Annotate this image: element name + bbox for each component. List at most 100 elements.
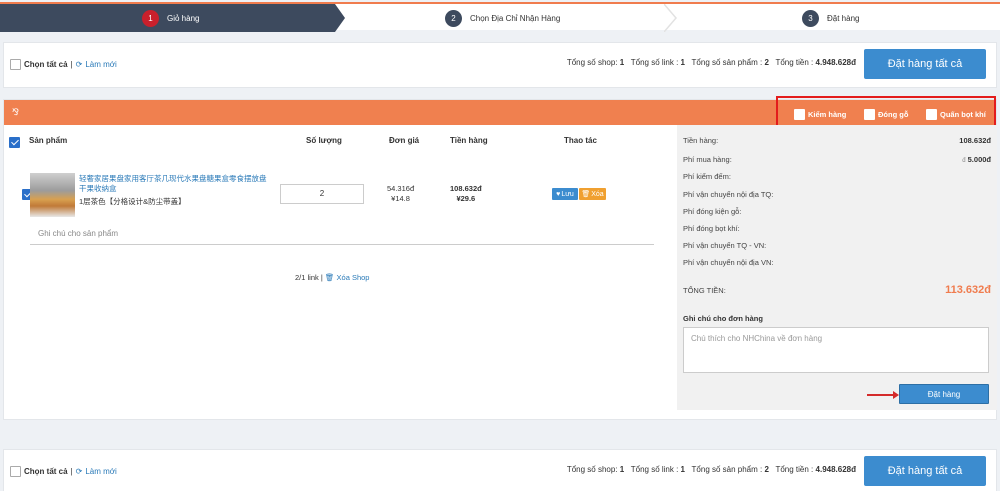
fee-prefix: đ <box>962 158 966 164</box>
step-order[interactable]: 3 Đặt hàng <box>802 4 859 32</box>
shop-links: 2/1 link | 🗑 Xóa Shop <box>295 273 370 282</box>
product-variant: 1层茶色【分格设计&防尘带盖】 <box>79 197 186 206</box>
shop-count-label: Tổng số shop: <box>566 465 618 474</box>
step-label: Đặt hàng <box>827 13 860 23</box>
fee-label: Tiền hàng: <box>683 136 719 145</box>
checkout-steps: 1 Giỏ hàng 2 Chọn Địa Chỉ Nhận Hàng 3 Đặ… <box>0 2 1000 32</box>
unit-price: 54.316đ ¥14.8 <box>387 184 414 204</box>
fee-panel: Tiền hàng: 108.632đ Phí mua hàng: đ 5.00… <box>677 125 997 410</box>
step-cart[interactable]: 1 Giỏ hàng <box>0 4 345 32</box>
cart-totals: Tổng số shop: 1 Tổng số link : 1 Tổng số… <box>567 58 856 67</box>
cart-summary-bar-top: Chọn tất cả | ⟳ Làm mới Tổng số shop: 1 … <box>3 42 997 88</box>
step-label: Chọn Địa Chỉ Nhận Hàng <box>470 13 561 23</box>
quantity-input[interactable]: 2 <box>280 184 364 204</box>
total-value: 4.948.628đ <box>815 465 856 474</box>
shop-count-label: Tổng số shop: <box>566 58 618 67</box>
total-label: Tổng tiền : <box>775 58 814 67</box>
fee-row: Phí vận chuyển nội địa VN: <box>683 258 991 267</box>
fee-row: Phí vận chuyển TQ - VN: <box>683 241 991 250</box>
order-all-button[interactable]: Đặt hàng tất cả <box>864 456 986 486</box>
link-count-label: Tổng số link : <box>630 58 679 67</box>
header-actions: Thao tác <box>564 136 597 145</box>
grand-total-row: TỔNG TIỀN: 113.632đ <box>683 284 991 296</box>
step-address[interactable]: 2 Chọn Địa Chỉ Nhận Hàng <box>445 4 560 32</box>
product-name-link[interactable]: 轻奢家居果盘家用客厅茶几现代水果盘糖果盒零食摆放盘干果收纳盒 <box>79 174 269 194</box>
fee-label: Phí đóng bọt khí: <box>683 224 740 233</box>
link-count-label: Tổng số link : <box>630 465 679 474</box>
header-quantity: Số lượng <box>306 136 342 145</box>
fee-row: Tiền hàng: 108.632đ <box>683 136 991 145</box>
step-number: 2 <box>445 9 462 27</box>
order-note-label: Ghi chú cho đơn hàng <box>683 314 763 323</box>
refresh-icon: ⟳ <box>75 60 83 69</box>
chevron-right-icon <box>664 4 677 32</box>
header-amount: Tiền hàng <box>450 136 488 145</box>
save-button[interactable]: ♥ Lưu <box>552 188 578 200</box>
order-note-textarea[interactable]: Chú thích cho NHChina về đơn hàng <box>683 327 989 373</box>
select-shop-checkbox[interactable] <box>9 137 20 148</box>
step-number: 1 <box>142 9 159 27</box>
product-image[interactable] <box>30 173 75 217</box>
annotation-arrow <box>867 391 899 399</box>
separator: | <box>70 467 73 476</box>
link-count: 1 <box>680 465 685 474</box>
shop-count: 1 <box>619 465 625 474</box>
cart-totals: Tổng số shop: 1 Tổng số link : 1 Tổng số… <box>567 465 856 474</box>
place-order-button[interactable]: Đặt hàng <box>899 384 989 404</box>
product-count: 2 <box>764 58 769 67</box>
grand-total-label: TỔNG TIỀN: <box>683 285 726 295</box>
product-count-label: Tổng số sản phẩm : <box>691 58 763 67</box>
select-all-group: Chọn tất cả | ⟳ Làm mới <box>10 466 117 477</box>
trash-icon: 🗑 <box>324 273 335 282</box>
fee-label: Phí vận chuyển nội địa TQ: <box>683 190 774 199</box>
amount-cny: ¥29.6 <box>456 194 476 203</box>
unit-price-cny: ¥14.8 <box>391 194 410 203</box>
delete-shop-link[interactable]: Xóa Shop <box>337 273 370 282</box>
select-all-label[interactable]: Chọn tất cả <box>24 467 68 476</box>
product-note-input[interactable]: Ghi chú cho sản phẩm <box>30 223 654 245</box>
order-all-button[interactable]: Đặt hàng tất cả <box>864 49 986 79</box>
unit-price-vnd: 54.316đ <box>387 184 415 193</box>
cart-summary-bar-bottom: Chọn tất cả | ⟳ Làm mới Tổng số shop: 1 … <box>3 449 997 491</box>
fee-value: 108.632đ <box>959 136 991 145</box>
select-all-checkbox[interactable] <box>10 59 21 70</box>
amount-vnd: 108.632đ <box>450 184 482 193</box>
shop-count: 1 <box>619 58 625 67</box>
product-count: 2 <box>764 465 769 474</box>
refresh-link[interactable]: Làm mới <box>85 60 116 69</box>
fee-label: Phí vận chuyển TQ - VN: <box>683 241 767 250</box>
trash-icon: 🗑 <box>581 191 591 198</box>
shop-icon: ⅋ <box>12 107 20 117</box>
product-count-label: Tổng số sản phẩm : <box>691 465 763 474</box>
fee-label: Phí vận chuyển nội địa VN: <box>683 258 774 267</box>
fee-row: Phí đóng kiện gỗ: <box>683 207 991 216</box>
step-number: 3 <box>802 9 819 27</box>
fee-row: Phí kiểm đếm: <box>683 172 991 181</box>
select-all-checkbox[interactable] <box>10 466 21 477</box>
select-all-label[interactable]: Chọn tất cả <box>24 60 68 69</box>
links-summary: 2/1 link <box>295 273 319 282</box>
total-value: 4.948.628đ <box>815 58 856 67</box>
fee-label: Phí mua hàng: <box>683 155 732 164</box>
total-label: Tổng tiền : <box>775 465 814 474</box>
header-unit-price: Đơn giá <box>389 136 420 145</box>
header-product: Sản phẩm <box>29 136 68 145</box>
heart-icon: ♥ <box>556 190 561 198</box>
select-all-group: Chọn tất cả | ⟳ Làm mới <box>10 59 117 70</box>
refresh-icon: ⟳ <box>75 467 83 476</box>
save-label: Lưu <box>561 190 574 198</box>
fee-row: Phí đóng bọt khí: <box>683 224 991 233</box>
fee-value: 5.000đ <box>967 155 991 164</box>
fee-label: Phí đóng kiện gỗ: <box>683 207 742 216</box>
shop-panel: ⅋ Kiểm hàng Đóng gỗ Quấn bọt khí Sản phẩ… <box>3 96 997 420</box>
delete-button[interactable]: 🗑 Xóa <box>579 188 606 200</box>
fee-row: Phí vận chuyển nội địa TQ: <box>683 190 991 199</box>
fee-label: Phí kiểm đếm: <box>683 172 731 181</box>
fee-row: Phí mua hàng: đ 5.000đ <box>683 155 991 164</box>
delete-label: Xóa <box>591 190 604 198</box>
separator: | <box>70 60 73 69</box>
link-count: 1 <box>680 58 685 67</box>
refresh-link[interactable]: Làm mới <box>85 467 116 476</box>
grand-total-value: 113.632đ <box>945 284 991 296</box>
item-amount: 108.632đ ¥29.6 <box>450 184 482 204</box>
